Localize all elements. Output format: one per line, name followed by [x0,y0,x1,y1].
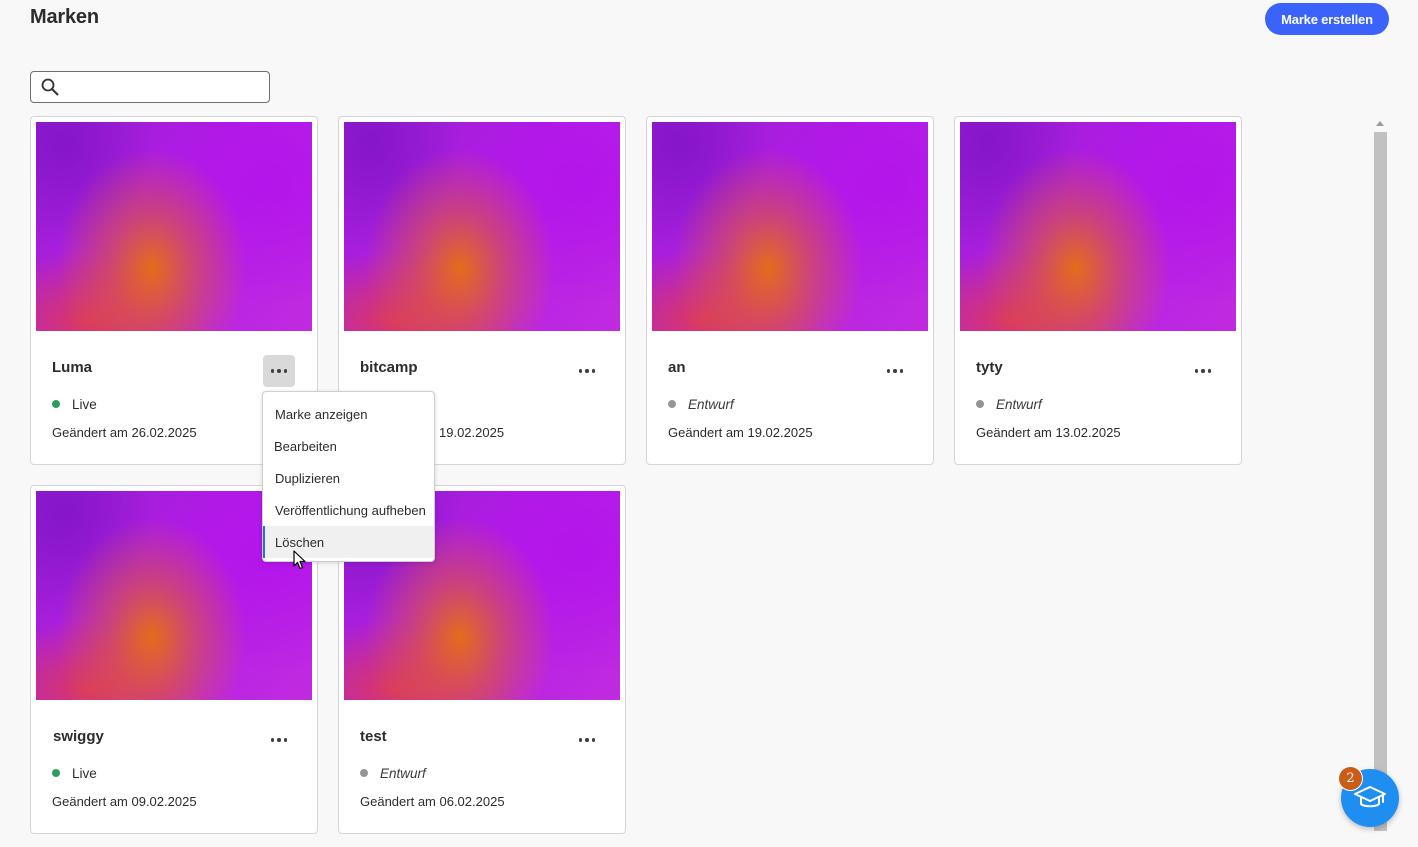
status-dot [360,769,368,777]
more-icon-dot [1194,369,1199,373]
brand-name: Luma [52,359,93,376]
notification-badge: 2 [1338,766,1363,791]
search-input[interactable] [65,74,265,100]
status-indicator: Live [52,765,97,781]
mouse-cursor-icon [293,550,306,570]
context-menu: Marke anzeigen Bearbeiten Duplizieren Ve… [262,391,435,562]
more-icon-dot [886,369,891,373]
brand-thumbnail [344,122,620,331]
more-icon-dot [277,738,281,742]
create-brand-button[interactable]: Marke erstellen [1265,3,1389,35]
status-dot [668,400,676,408]
menu-item-duplicate[interactable]: Duplizieren [263,462,434,494]
more-icon-dot [899,369,904,373]
more-icon-dot [585,369,589,373]
menu-item-edit[interactable]: Bearbeiten [263,430,434,462]
status-label: Live [72,765,97,781]
more-icon-dot [578,738,583,742]
more-icon-dot [270,738,275,742]
brand-thumbnail [960,122,1236,331]
more-actions-button[interactable] [1187,355,1219,387]
more-icon-dot [578,369,583,373]
more-icon-dot [277,369,281,373]
status-dot [52,400,60,408]
more-icon-dot [1207,369,1212,373]
brand-thumbnail [652,122,928,331]
more-actions-button[interactable] [571,724,603,756]
brand-name: test [360,728,387,745]
status-dot [52,769,60,777]
status-indicator: Live [52,396,97,412]
status-indicator: Entwurf [668,396,734,412]
more-actions-button[interactable] [263,724,295,756]
status-dot [976,400,984,408]
scrollbar-thumb[interactable] [1374,132,1387,831]
menu-item-view-brand[interactable]: Marke anzeigen [263,398,434,430]
brand-name: an [668,359,686,376]
more-actions-button[interactable] [263,355,295,387]
more-actions-button[interactable] [879,355,911,387]
more-actions-button[interactable] [571,355,603,387]
brand-name: tyty [976,359,1003,376]
brand-thumbnail [36,122,312,331]
status-label: Entwurf [996,396,1042,412]
status-indicator: Entwurf [976,396,1042,412]
search-icon [41,78,59,96]
more-icon-dot [591,738,596,742]
changed-date: 19.02.2025 [439,425,505,440]
status-label: Entwurf [688,396,734,412]
search-field[interactable] [30,71,270,103]
changed-date: Geändert am 13.02.2025 [976,425,1121,440]
more-icon-dot [591,369,596,373]
changed-date: Geändert am 09.02.2025 [52,794,197,809]
changed-date: Geändert am 19.02.2025 [668,425,813,440]
brand-name: swiggy [53,728,104,745]
menu-item-delete[interactable]: Löschen [263,526,434,558]
scroll-up-arrow-icon[interactable] [1376,121,1384,126]
more-icon-dot [270,369,275,373]
page-title: Marken [30,6,99,28]
status-label: Live [72,396,97,412]
more-icon-dot [283,738,288,742]
status-indicator: Entwurf [360,765,426,781]
brand-card[interactable]: an Entwurf Geändert am 19.02.2025 [646,116,934,465]
menu-item-unpublish[interactable]: Veröffentlichung aufheben [263,494,434,526]
changed-date: Geändert am 06.02.2025 [360,794,505,809]
changed-date: Geändert am 26.02.2025 [52,425,197,440]
more-icon-dot [1201,369,1205,373]
brand-card[interactable]: tyty Entwurf Geändert am 13.02.2025 [954,116,1242,465]
more-icon-dot [585,738,589,742]
brand-name: bitcamp [360,359,418,376]
more-icon-dot [893,369,897,373]
more-icon-dot [283,369,288,373]
scrollbar[interactable] [1373,117,1388,831]
status-label: Entwurf [380,765,426,781]
